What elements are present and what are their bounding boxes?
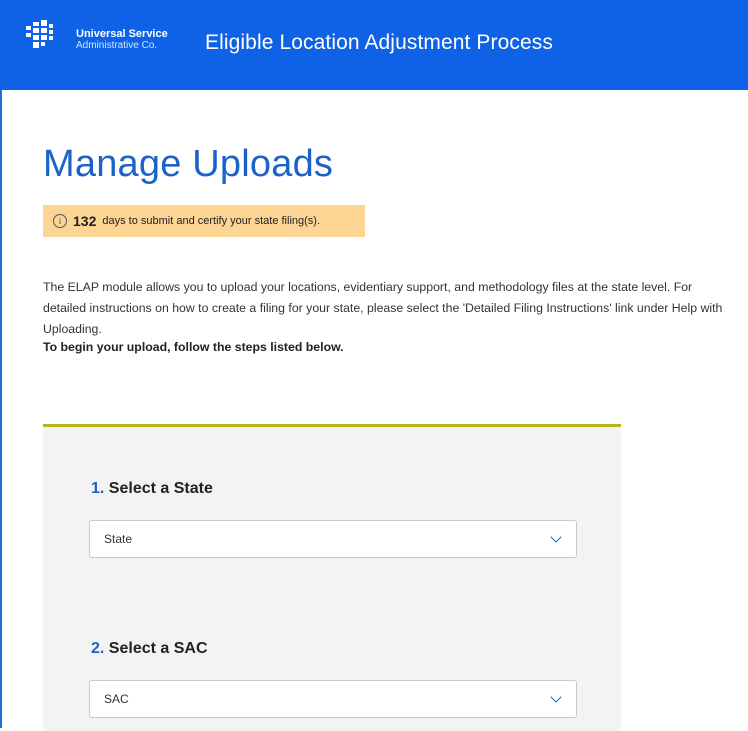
step-2-title: 2. Select a SAC bbox=[91, 640, 208, 658]
usac-logo[interactable]: Universal Service Administrative Co. bbox=[24, 20, 184, 60]
page-title: Manage Uploads bbox=[43, 143, 334, 185]
chevron-down-icon bbox=[550, 691, 562, 703]
alert-days-count: 132 bbox=[73, 213, 97, 229]
deadline-alert: i 132 days to submit and certify your st… bbox=[43, 205, 365, 237]
app-header: Universal Service Administrative Co. Eli… bbox=[0, 0, 748, 90]
chevron-down-icon bbox=[550, 531, 562, 543]
state-select-value: State bbox=[104, 532, 133, 546]
sac-select-value: SAC bbox=[104, 692, 129, 706]
step-1-title: 1. Select a State bbox=[91, 480, 213, 498]
begin-instruction: To begin your upload, follow the steps l… bbox=[43, 340, 344, 354]
info-icon: i bbox=[53, 214, 67, 228]
sac-select[interactable]: SAC bbox=[89, 680, 577, 718]
state-select[interactable]: State bbox=[89, 520, 577, 558]
logo-text: Universal Service Administrative Co. bbox=[76, 28, 168, 52]
alert-text: days to submit and certify your state fi… bbox=[102, 215, 321, 227]
logo-line-2: Administrative Co. bbox=[76, 40, 158, 51]
step-1-number: 1. bbox=[91, 480, 105, 497]
intro-paragraph: The ELAP module allows you to upload you… bbox=[43, 280, 723, 336]
step-2-number: 2. bbox=[91, 640, 105, 657]
app-title: Eligible Location Adjustment Process bbox=[205, 31, 553, 54]
usac-logo-icon bbox=[26, 20, 53, 48]
upload-steps-panel: 1. Select a State State 2. Select a SAC … bbox=[43, 424, 621, 731]
page-left-border bbox=[0, 0, 2, 728]
logo-line-1: Universal Service bbox=[76, 28, 168, 40]
step-2-label: Select a SAC bbox=[108, 640, 208, 657]
step-1-label: Select a State bbox=[108, 480, 213, 497]
